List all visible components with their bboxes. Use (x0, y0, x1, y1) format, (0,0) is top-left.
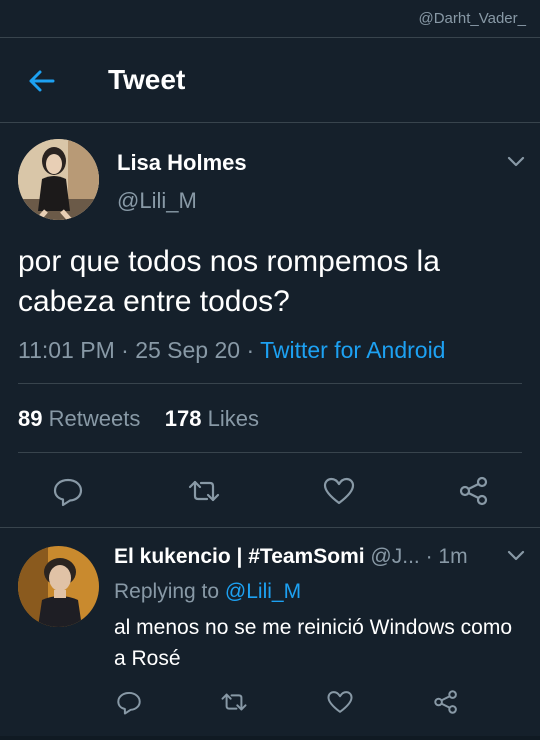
reply-bubble-icon (117, 691, 141, 715)
page-title: Tweet (108, 64, 186, 95)
reply-like-button[interactable] (326, 688, 354, 716)
avatar-image (18, 546, 99, 627)
tweet-time: 11:01 PM (18, 337, 115, 363)
chevron-down-icon (507, 550, 525, 561)
chevron-down-icon (507, 156, 525, 167)
reply-menu-button[interactable] (506, 549, 526, 563)
reply-author-handle[interactable]: @J... (370, 545, 419, 568)
avatar[interactable] (18, 139, 99, 220)
reply-header: El kukencio | #TeamSomi @J... · 1m (114, 545, 468, 569)
divider (18, 452, 522, 453)
like-button[interactable] (322, 474, 356, 508)
arrow-left-icon (29, 70, 55, 92)
tweet-meta: 11:01 PM · 25 Sep 20 · Twitter for Andro… (18, 337, 445, 364)
retweets-stat[interactable]: 89 Retweets (18, 406, 140, 431)
retweet-icon (188, 480, 220, 502)
retweet-icon (221, 693, 247, 711)
reply-bubble-icon (53, 478, 83, 507)
retweets-count: 89 (18, 406, 43, 431)
app-header: Tweet (0, 38, 540, 122)
likes-label: Likes (207, 406, 259, 431)
replying-prefix: Replying to (114, 580, 220, 603)
section-divider (0, 527, 540, 528)
meta-dot: · (425, 545, 439, 568)
tweet-text: por que todos nos rompemos la cabeza ent… (18, 245, 440, 318)
share-button[interactable] (457, 474, 491, 508)
meta-dot: · (246, 337, 261, 363)
tweet-date: 25 Sep 20 (135, 337, 241, 363)
likes-count: 178 (164, 406, 202, 431)
reply-text: al menos no se me reinició Windows como … (114, 616, 512, 670)
replying-to-link[interactable]: @Lili_M (225, 580, 301, 603)
tweet-menu-button[interactable] (506, 155, 526, 169)
divider (18, 383, 522, 384)
reply-reply-button[interactable] (115, 688, 143, 716)
avatar-image (18, 139, 99, 220)
reply-author-name[interactable]: El kukencio | #TeamSomi (114, 545, 365, 568)
retweets-label: Retweets (48, 406, 141, 431)
reply-button[interactable] (51, 474, 85, 508)
reply-retweet-button[interactable] (220, 688, 248, 716)
share-icon (459, 476, 488, 506)
retweet-button[interactable] (187, 474, 221, 508)
tweet-stats: 89 Retweets 178 Likes (18, 406, 259, 432)
likes-stat[interactable]: 178 Likes (165, 406, 259, 431)
heart-icon (323, 477, 355, 505)
replying-to: Replying to @Lili_M (114, 580, 301, 604)
watermark: @Darht_Vader_ (418, 10, 526, 27)
meta-dot: · (121, 337, 136, 363)
bottom-edge (0, 736, 540, 740)
author-handle[interactable]: @Lili_M (117, 188, 197, 214)
tweet-source-link[interactable]: Twitter for Android (260, 337, 445, 363)
back-button[interactable] (26, 66, 56, 96)
reply-time: 1m (438, 545, 468, 568)
header-divider (0, 122, 540, 123)
author-name[interactable]: Lisa Holmes (117, 150, 247, 176)
avatar[interactable] (18, 546, 99, 627)
reply-share-button[interactable] (432, 688, 460, 716)
share-icon (434, 690, 457, 714)
heart-icon (327, 691, 353, 713)
